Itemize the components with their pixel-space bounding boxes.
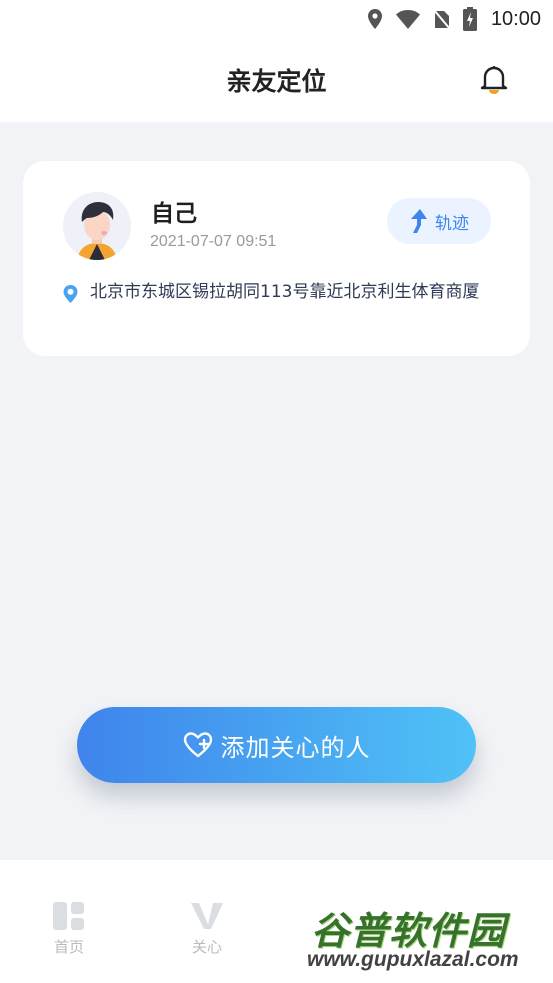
person-name: 自己 <box>151 201 197 227</box>
add-caring-person-label: 添加关心的人 <box>220 733 371 762</box>
status-icons: 10:00 <box>367 6 541 32</box>
map-pin-icon <box>63 285 78 303</box>
status-time: 10:00 <box>490 7 541 30</box>
battery-icon <box>462 7 477 31</box>
care-icon <box>191 903 223 929</box>
address-text: 北京市东城区锡拉胡同113号靠近北京利生体育商厦 <box>90 282 480 302</box>
add-caring-person-button[interactable]: 添加关心的人 <box>77 707 476 783</box>
wifi-icon <box>395 10 420 29</box>
tab-home[interactable]: 首页 <box>24 900 114 957</box>
person-avatar-illustration <box>63 192 131 260</box>
last-update-time: 2021-07-07 09:51 <box>150 233 277 250</box>
track-button[interactable]: 轨迹 <box>387 198 491 244</box>
no-sim-icon <box>433 9 451 30</box>
bell-icon[interactable] <box>479 64 509 96</box>
track-button-label: 轨迹 <box>435 213 469 234</box>
page-title: 亲友定位 <box>226 67 327 96</box>
home-icon <box>53 902 84 930</box>
tab-care[interactable]: 关心 <box>162 900 252 957</box>
track-arrow-icon <box>411 209 427 233</box>
tab-care-label: 关心 <box>191 938 222 956</box>
tab-home-label: 首页 <box>53 938 84 956</box>
location-icon <box>367 9 382 29</box>
person-card[interactable]: 自己 2021-07-07 09:51 轨迹 北京市东城区锡拉胡同113号靠近北… <box>23 161 530 356</box>
status-bar: 10:00 <box>0 0 553 38</box>
watermark: 谷普软件园 www.gupuxlazal.com <box>305 896 551 976</box>
app-header: 亲友定位 <box>0 38 553 122</box>
watermark-url: www.gupuxlazal.com <box>307 948 519 971</box>
watermark-logo: 谷普软件园 <box>311 909 507 953</box>
avatar <box>63 192 131 260</box>
heart-plus-icon <box>183 732 212 758</box>
